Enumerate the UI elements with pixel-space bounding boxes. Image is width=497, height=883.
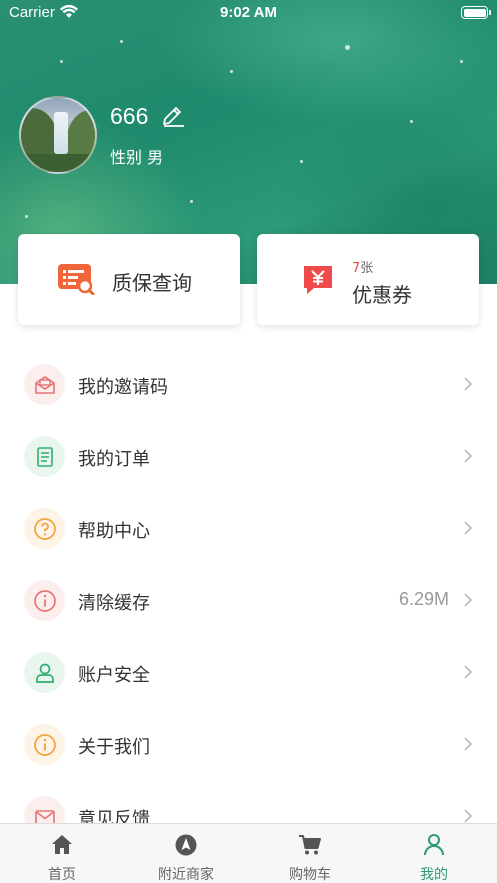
chevron-right-icon	[464, 593, 473, 607]
menu-item-label: 我的订单	[78, 449, 150, 470]
clock: 9:02 AM	[220, 4, 277, 21]
home-icon	[52, 835, 72, 854]
chevron-right-icon	[464, 809, 473, 823]
username: 666	[110, 103, 149, 129]
menu-item-label: 清除缓存	[78, 593, 150, 614]
document-icon	[24, 436, 65, 477]
person-icon	[424, 834, 444, 856]
menu-item-about-us[interactable]: 关于我们	[0, 709, 497, 781]
tab-label: 附近商家	[158, 867, 214, 883]
chevron-right-icon	[464, 377, 473, 391]
info-icon	[24, 724, 65, 765]
coupon-label: 优惠券	[352, 283, 412, 307]
sparkle	[300, 160, 303, 163]
battery-icon	[461, 6, 491, 19]
tab-nearby-merchants[interactable]: 附近商家	[124, 824, 248, 883]
menu-item-label: 帮助中心	[78, 521, 150, 542]
chevron-right-icon	[464, 521, 473, 535]
envelope-open-icon	[24, 364, 65, 405]
cache-size-value: 6.29M	[398, 589, 449, 609]
sparkle	[25, 215, 28, 218]
sparkle	[460, 60, 463, 63]
coupon-card[interactable]: 7张 优惠券	[257, 234, 479, 325]
coupon-count: 7张	[352, 261, 374, 276]
menu-item-label: 账户安全	[78, 665, 150, 686]
compass-icon	[175, 834, 197, 856]
coupon-yen-icon	[304, 266, 332, 294]
menu-item-help-center[interactable]: 帮助中心	[0, 493, 497, 565]
tab-label: 购物车	[289, 867, 331, 883]
menu-item-account-security[interactable]: 账户安全	[0, 637, 497, 709]
menu-list: 我的邀请码 我的订单 帮助中心 清除缓存 6.29M 账户安全 关于我们 意见反…	[0, 349, 497, 853]
tab-label: 我的	[420, 867, 448, 883]
user-icon	[24, 652, 65, 693]
warranty-query-label: 质保查询	[112, 271, 192, 295]
sparkle	[345, 45, 350, 50]
menu-item-label: 我的邀请码	[78, 377, 168, 398]
warranty-search-icon	[58, 264, 95, 295]
tab-label: 首页	[48, 867, 76, 883]
sparkle	[190, 200, 193, 203]
gender-label: 性别 男	[110, 148, 164, 167]
menu-item-invite-code[interactable]: 我的邀请码	[0, 349, 497, 421]
sparkle	[410, 120, 413, 123]
menu-item-my-orders[interactable]: 我的订单	[0, 421, 497, 493]
question-icon	[24, 508, 65, 549]
status-bar: Carrier 9:02 AM	[0, 0, 497, 26]
tab-cart[interactable]: 购物车	[248, 824, 372, 883]
avatar[interactable]	[19, 96, 97, 174]
info-icon	[24, 580, 65, 621]
sparkle	[120, 40, 123, 43]
chevron-right-icon	[464, 449, 473, 463]
sparkle	[230, 70, 233, 73]
edit-icon[interactable]	[160, 104, 186, 128]
menu-item-label: 关于我们	[78, 737, 150, 758]
tab-bar: 首页 附近商家 购物车 我的	[0, 823, 497, 883]
tab-mine[interactable]: 我的	[372, 824, 496, 883]
chevron-right-icon	[464, 737, 473, 751]
cart-icon	[299, 835, 321, 855]
warranty-query-card[interactable]: 质保查询	[18, 234, 240, 325]
sparkle	[60, 60, 63, 63]
chevron-right-icon	[464, 665, 473, 679]
tab-home[interactable]: 首页	[0, 824, 124, 883]
menu-item-clear-cache[interactable]: 清除缓存 6.29M	[0, 565, 497, 637]
